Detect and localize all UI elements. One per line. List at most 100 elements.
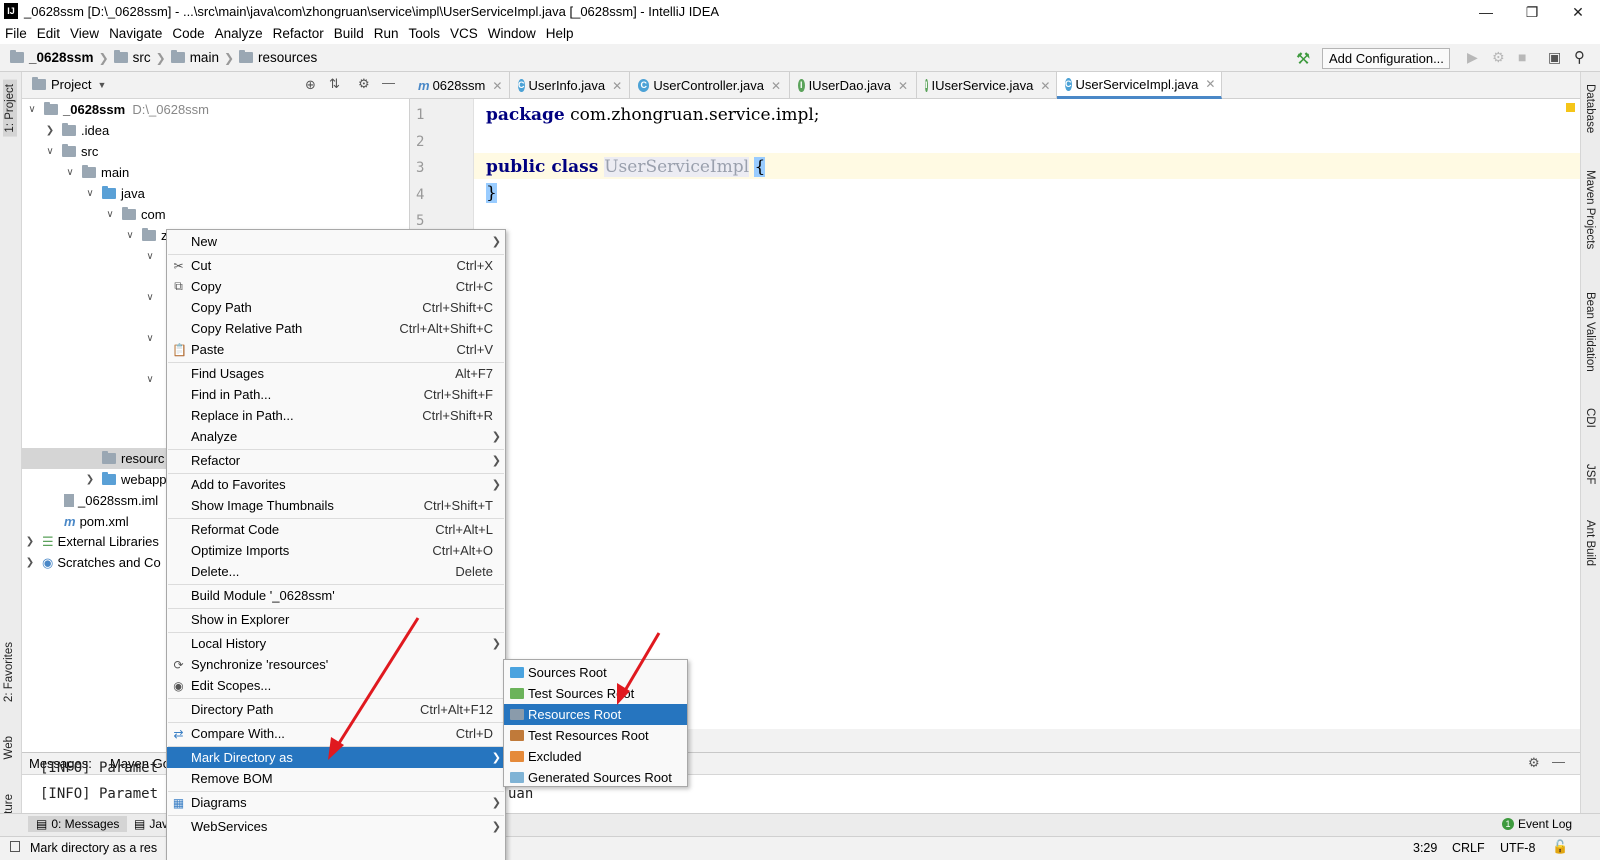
- locate-icon[interactable]: ⊕: [305, 77, 316, 93]
- menu-file[interactable]: File: [0, 23, 32, 44]
- tab-cdi[interactable]: CDI: [1584, 408, 1596, 428]
- menu-item-local-history[interactable]: Local History ❯: [167, 633, 505, 654]
- close-icon[interactable]: ✕: [1555, 2, 1600, 22]
- menu-item-cut[interactable]: ✂ Cut Ctrl+X: [167, 255, 505, 276]
- tree-node-src[interactable]: ∨ src: [44, 141, 98, 162]
- close-tab-icon[interactable]: ✕: [1040, 79, 1050, 93]
- caret-position[interactable]: 3:29: [1413, 841, 1437, 855]
- build-hammer-icon[interactable]: ⚒: [1296, 49, 1310, 69]
- menu-analyze[interactable]: Analyze: [210, 23, 268, 44]
- tab-iuserdao[interactable]: I IUserDao.java ✕: [790, 72, 917, 99]
- tree-node-collapsed-2[interactable]: ∨: [144, 287, 162, 308]
- run-icon[interactable]: ▶: [1467, 49, 1478, 66]
- chevron-right-icon[interactable]: ❯: [44, 125, 56, 136]
- menu-refactor[interactable]: Refactor: [268, 23, 329, 44]
- tree-node-iml[interactable]: _0628ssm.iml: [64, 490, 158, 511]
- menu-item-find-in-path[interactable]: Find in Path... Ctrl+Shift+F: [167, 384, 505, 405]
- submenu-item-resources-root[interactable]: Resources Root: [504, 704, 687, 725]
- menu-item-copy-relative-path[interactable]: Copy Relative Path Ctrl+Alt+Shift+C: [167, 318, 505, 339]
- chevron-down-icon[interactable]: ∨: [144, 292, 156, 303]
- submenu-item-sources-root[interactable]: Sources Root: [504, 662, 687, 683]
- analysis-warning-icon[interactable]: [1566, 103, 1575, 112]
- chevron-right-icon[interactable]: ❯: [24, 536, 36, 547]
- file-encoding[interactable]: UTF-8: [1500, 841, 1535, 855]
- breadcrumb-project[interactable]: _0628ssm: [29, 50, 94, 65]
- close-tab-icon[interactable]: ✕: [492, 79, 502, 93]
- menu-item-diagrams[interactable]: ▦ Diagrams ❯: [167, 792, 505, 813]
- tree-node-webapp[interactable]: ❯ webapp: [84, 469, 167, 490]
- menu-run[interactable]: Run: [369, 23, 404, 44]
- menu-item-synchronize[interactable]: ⟳ Synchronize 'resources': [167, 654, 505, 675]
- menu-item-add-to-favorites[interactable]: Add to Favorites ❯: [167, 474, 505, 495]
- tab-messages[interactable]: ▤ 0: Messages: [28, 816, 128, 832]
- tab-web[interactable]: Web: [3, 736, 15, 759]
- chevron-right-icon[interactable]: ❯: [24, 557, 36, 568]
- breadcrumb-src[interactable]: src: [133, 50, 151, 65]
- menu-item-replace-in-path[interactable]: Replace in Path... Ctrl+Shift+R: [167, 405, 505, 426]
- chevron-down-icon[interactable]: ∨: [144, 374, 156, 385]
- chevron-down-icon[interactable]: ∨: [144, 333, 156, 344]
- submenu-item-generated-sources-root[interactable]: Generated Sources Root: [504, 767, 687, 788]
- tab-java[interactable]: ▤ Jav: [134, 817, 168, 831]
- menu-vcs[interactable]: VCS: [445, 23, 483, 44]
- tab-userserviceimpl[interactable]: C UserServiceImpl.java ✕: [1057, 72, 1222, 99]
- event-log-button[interactable]: 1 Event Log: [1502, 817, 1572, 831]
- tab-jsf[interactable]: JSF: [1584, 464, 1596, 484]
- chevron-down-icon[interactable]: ∨: [26, 104, 38, 115]
- menu-item-webservices[interactable]: WebServices ❯: [167, 816, 505, 837]
- menu-item-reformat-code[interactable]: Reformat Code Ctrl+Alt+L: [167, 519, 505, 540]
- chevron-right-icon[interactable]: ❯: [84, 474, 96, 485]
- breadcrumb-main[interactable]: main: [190, 50, 219, 65]
- tree-node-java[interactable]: ∨ java: [84, 183, 145, 204]
- hide-icon[interactable]: —: [1552, 754, 1565, 769]
- close-tab-icon[interactable]: ✕: [612, 79, 622, 93]
- tab-maven-projects[interactable]: Maven Projects: [1584, 170, 1596, 249]
- collapse-all-icon[interactable]: ⇅: [329, 76, 340, 92]
- menu-code[interactable]: Code: [167, 23, 209, 44]
- menu-item-mark-directory-as[interactable]: Mark Directory as ❯: [167, 747, 505, 768]
- menu-item-show-image-thumbnails[interactable]: Show Image Thumbnails Ctrl+Shift+T: [167, 495, 505, 516]
- stop-icon[interactable]: ■: [1518, 49, 1526, 65]
- menu-item-remove-bom[interactable]: Remove BOM: [167, 768, 505, 789]
- tree-node-collapsed-1[interactable]: ∨: [144, 246, 162, 267]
- close-tab-icon[interactable]: ✕: [1205, 77, 1215, 91]
- menu-item-new[interactable]: New ❯: [167, 231, 505, 252]
- menu-item-optimize-imports[interactable]: Optimize Imports Ctrl+Alt+O: [167, 540, 505, 561]
- submenu-item-test-resources-root[interactable]: Test Resources Root: [504, 725, 687, 746]
- menu-item-delete[interactable]: Delete... Delete: [167, 561, 505, 582]
- close-tab-icon[interactable]: ✕: [771, 79, 781, 93]
- tree-node-collapsed-4[interactable]: ∨: [144, 369, 162, 390]
- menu-item-copy-path[interactable]: Copy Path Ctrl+Shift+C: [167, 297, 505, 318]
- chevron-down-icon[interactable]: ∨: [64, 167, 76, 178]
- menu-item-compare-with[interactable]: ⇄ Compare With... Ctrl+D: [167, 723, 505, 744]
- toggle-panels-icon[interactable]: [10, 841, 20, 852]
- line-separator[interactable]: CRLF: [1452, 841, 1485, 855]
- search-icon[interactable]: ⚲: [1574, 48, 1585, 66]
- gear-icon[interactable]: ⚙: [1528, 755, 1540, 771]
- chevron-down-icon[interactable]: ∨: [104, 209, 116, 220]
- chevron-down-icon[interactable]: ∨: [124, 230, 136, 241]
- lock-icon[interactable]: 🔓: [1552, 839, 1568, 855]
- menu-item-edit-scopes[interactable]: ◉ Edit Scopes...: [167, 675, 505, 696]
- tab-userinfo[interactable]: C UserInfo.java ✕: [510, 72, 630, 99]
- menu-build[interactable]: Build: [329, 23, 369, 44]
- menu-item-analyze[interactable]: Analyze ❯: [167, 426, 505, 447]
- menu-item-refactor[interactable]: Refactor ❯: [167, 450, 505, 471]
- project-panel-title[interactable]: Project: [51, 77, 91, 92]
- tab-favorites[interactable]: 2: Favorites: [3, 642, 15, 702]
- chevron-down-icon[interactable]: ▼: [97, 80, 106, 90]
- tab-0628ssm[interactable]: m 0628ssm ✕: [410, 72, 510, 99]
- debug-icon[interactable]: ⚙: [1492, 49, 1505, 66]
- menu-item-paste[interactable]: 📋 Paste Ctrl+V: [167, 339, 505, 360]
- minimize-icon[interactable]: —: [1463, 2, 1509, 22]
- menu-item-find-usages[interactable]: Find Usages Alt+F7: [167, 363, 505, 384]
- menu-item-copy[interactable]: ⧉ Copy Ctrl+C: [167, 276, 505, 297]
- menu-window[interactable]: Window: [483, 23, 541, 44]
- menu-item-build-module[interactable]: Build Module '_0628ssm': [167, 585, 505, 606]
- tree-node-com[interactable]: ∨ com: [104, 204, 166, 225]
- tree-node-collapsed-3[interactable]: ∨: [144, 328, 162, 349]
- submenu-item-test-sources-root[interactable]: Test Sources Root: [504, 683, 687, 704]
- close-tab-icon[interactable]: ✕: [898, 79, 908, 93]
- tree-node-external-libraries[interactable]: ❯ ☰ External Libraries: [24, 531, 159, 552]
- restore-icon[interactable]: ❐: [1509, 2, 1555, 22]
